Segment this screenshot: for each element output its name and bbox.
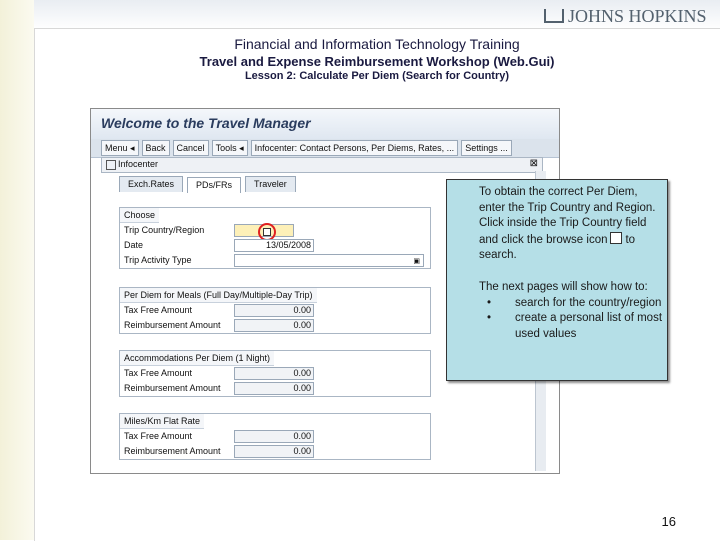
menu-bar: Menu ◂ Back Cancel Tools ◂ Infocenter: C… xyxy=(91,139,559,158)
window-title: Welcome to the Travel Manager xyxy=(101,115,311,131)
slide-title: Financial and Information Technology Tra… xyxy=(234,36,520,52)
meals-tax-free-value: 0.00 xyxy=(234,304,314,317)
page-number: 16 xyxy=(661,514,676,529)
shield-icon xyxy=(544,9,564,23)
tab-traveler[interactable]: Traveler xyxy=(245,176,296,192)
choose-heading: Choose xyxy=(120,208,160,223)
settings-button[interactable]: Settings ... xyxy=(461,140,512,156)
choose-group: Choose Trip Country/Region Date 13/05/20… xyxy=(119,207,431,269)
callout-paragraph-1: To obtain the correct Per Diem, enter th… xyxy=(479,185,665,264)
acc-tax-row: Tax Free Amount 0.00 xyxy=(120,366,430,381)
miles-reimb-label: Reimbursement Amount xyxy=(124,446,221,456)
accommodations-heading: Accommodations Per Diem (1 Night) xyxy=(120,351,275,366)
tools-button[interactable]: Tools ◂ xyxy=(211,140,248,156)
list-item: create a personal list of most used valu… xyxy=(479,311,665,342)
date-input[interactable]: 13/05/2008 xyxy=(234,239,314,252)
callout-list: search for the country/region create a p… xyxy=(479,296,665,343)
miles-group: Miles/Km Flat Rate Tax Free Amount 0.00 … xyxy=(119,413,431,460)
date-row: Date 13/05/2008 xyxy=(120,238,430,253)
infocenter-button[interactable]: Infocenter: Contact Persons, Per Diems, … xyxy=(250,140,459,156)
tab-exch-rates[interactable]: Exch.Rates xyxy=(119,176,184,192)
slide-subtitle: Travel and Expense Reimbursement Worksho… xyxy=(199,54,555,69)
accommodations-group: Accommodations Per Diem (1 Night) Tax Fr… xyxy=(119,350,431,397)
meals-reimb-value: 0.00 xyxy=(234,319,314,332)
meals-tax-free-label: Tax Free Amount xyxy=(124,305,193,315)
miles-tax-free-value: 0.00 xyxy=(234,430,314,443)
lesson-title: Lesson 2: Calculate Per Diem (Search for… xyxy=(244,70,510,82)
sap-title-bar: Welcome to the Travel Manager xyxy=(91,109,559,140)
johns-hopkins-logo: JOHNS HOPKINS xyxy=(544,6,710,26)
date-label: Date xyxy=(124,240,144,250)
acc-tax-free-value: 0.00 xyxy=(234,367,314,380)
trip-country-row: Trip Country/Region xyxy=(120,223,430,241)
infocenter-label: Infocenter xyxy=(118,159,159,169)
acc-tax-free-label: Tax Free Amount xyxy=(124,368,193,378)
tab-pds-frs[interactable]: PDs/FRs xyxy=(187,177,242,193)
logo-text: JOHNS HOPKINS xyxy=(568,6,707,26)
miles-reimb-value: 0.00 xyxy=(234,445,314,458)
cancel-button[interactable]: Cancel xyxy=(172,140,209,156)
close-icon[interactable]: ⊠ xyxy=(530,158,538,169)
dropdown-icon: ▣ xyxy=(413,258,420,265)
miles-heading: Miles/Km Flat Rate xyxy=(120,414,205,429)
meals-tax-row: Tax Free Amount 0.00 xyxy=(120,303,430,318)
miles-reimb-row: Reimbursement Amount 0.00 xyxy=(120,444,430,459)
meals-heading: Per Diem for Meals (Full Day/Multiple-Da… xyxy=(120,288,317,303)
trip-activity-select[interactable]: ▣ xyxy=(234,254,424,267)
infocenter-bar: Infocenter ⊠ xyxy=(101,157,543,173)
miles-tax-free-label: Tax Free Amount xyxy=(124,431,193,441)
meals-reimb-label: Reimbursement Amount xyxy=(124,320,221,330)
slide-side-band xyxy=(0,0,34,540)
meals-reimb-row: Reimbursement Amount 0.00 xyxy=(120,318,430,333)
tab-strip: Exch.Rates PDs/FRs Traveler xyxy=(119,176,296,193)
meals-group: Per Diem for Meals (Full Day/Multiple-Da… xyxy=(119,287,431,334)
browse-icon-inline xyxy=(610,231,623,244)
callout-paragraph-2: The next pages will show how to: search … xyxy=(479,280,665,342)
instruction-callout: To obtain the correct Per Diem, enter th… xyxy=(446,179,668,381)
trip-country-label: Trip Country/Region xyxy=(124,225,205,235)
miles-tax-row: Tax Free Amount 0.00 xyxy=(120,429,430,444)
menu-button[interactable]: Menu ◂ xyxy=(101,140,139,156)
infocenter-icon xyxy=(106,160,116,170)
trip-activity-label: Trip Activity Type xyxy=(124,255,192,265)
list-item: search for the country/region xyxy=(479,296,665,312)
callout-intro: The next pages will show how to: xyxy=(479,281,648,293)
acc-reimb-value: 0.00 xyxy=(234,382,314,395)
trip-activity-row: Trip Activity Type ▣ xyxy=(120,253,430,268)
acc-reimb-label: Reimbursement Amount xyxy=(124,383,221,393)
acc-reimb-row: Reimbursement Amount 0.00 xyxy=(120,381,430,396)
back-button[interactable]: Back xyxy=(141,140,170,156)
